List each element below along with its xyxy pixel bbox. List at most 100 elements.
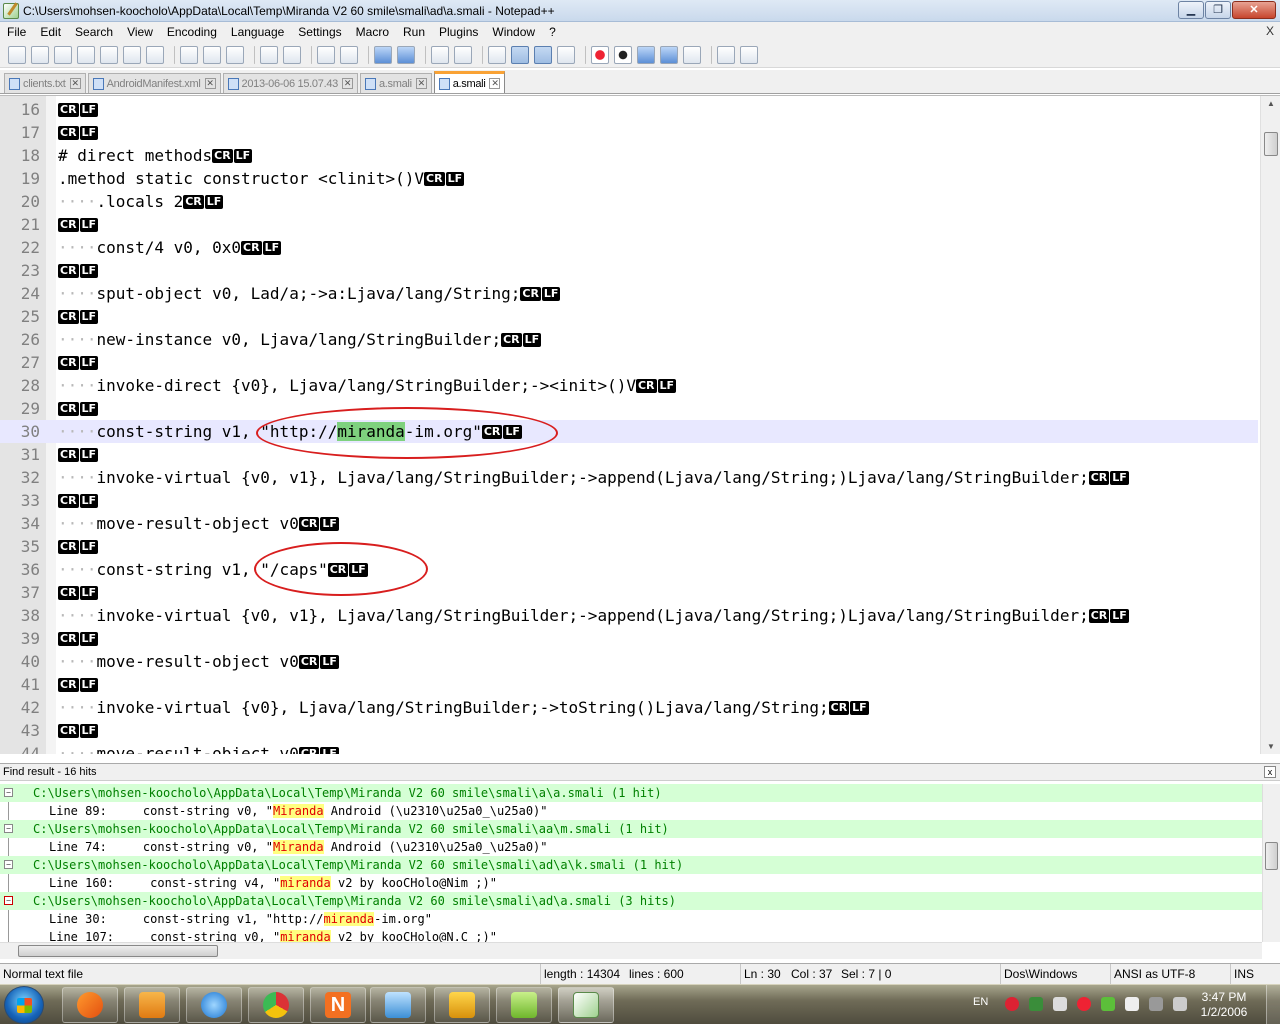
editor-vertical-scrollbar[interactable]: ▲ ▼: [1260, 96, 1280, 754]
flash-app-icon[interactable]: [434, 987, 490, 1023]
doc-map-icon[interactable]: [557, 45, 575, 64]
find-result-file-row[interactable]: − C:\Users\mohsen-koocholo\AppData\Local\…: [0, 784, 1262, 802]
code-line[interactable]: 27 CR LF: [0, 351, 1258, 374]
save-macro-icon[interactable]: [683, 45, 701, 64]
run-macro-icon[interactable]: [660, 45, 678, 64]
code-line[interactable]: 40 ····move-result-object v0 CR LF: [0, 650, 1258, 673]
language-indicator[interactable]: EN: [973, 996, 988, 1008]
menu-search[interactable]: Search: [68, 22, 120, 42]
new-file-icon[interactable]: [8, 45, 26, 64]
show-all-chars-icon[interactable]: [511, 45, 529, 64]
network-icon[interactable]: [1029, 997, 1043, 1011]
find-result-line-row[interactable]: Line 160: const-string v4, "miranda v2 b…: [0, 874, 1262, 892]
print-icon[interactable]: [146, 45, 164, 64]
scroll-down-icon[interactable]: ▼: [1261, 739, 1280, 754]
open-folder-icon[interactable]: [717, 45, 735, 64]
fold-toggle-icon[interactable]: −: [4, 896, 13, 905]
code-line[interactable]: 16 CR LF: [0, 98, 1258, 121]
tab-a-smali-1[interactable]: a.smali ✕: [359, 73, 432, 93]
alert-icon[interactable]: [1077, 997, 1091, 1011]
code-line[interactable]: 44 ····move-result-object v0 CR LF: [0, 742, 1258, 754]
code-line[interactable]: 28 ····invoke-direct {v0}, Ljava/lang/Str…: [0, 374, 1258, 397]
code-line[interactable]: 39 CR LF: [0, 627, 1258, 650]
tab-close-icon[interactable]: ✕: [69, 78, 81, 89]
chrome-icon[interactable]: [248, 987, 304, 1023]
menu-view[interactable]: View: [120, 22, 160, 42]
code-line[interactable]: 19 .method static constructor <clinit>()V…: [0, 167, 1258, 190]
media-player-icon[interactable]: [124, 987, 180, 1023]
code-line[interactable]: 35 CR LF: [0, 535, 1258, 558]
find-vertical-scrollbar[interactable]: [1262, 784, 1280, 942]
close-document-button[interactable]: X: [1266, 24, 1274, 38]
code-line[interactable]: 33 CR LF: [0, 489, 1258, 512]
play-macro-icon[interactable]: [637, 45, 655, 64]
tab-close-icon[interactable]: ✕: [204, 78, 216, 89]
code-line[interactable]: 30 ····const-string v1, "http://miranda-i…: [0, 420, 1258, 443]
scroll-thumb[interactable]: [1265, 842, 1278, 870]
code-line[interactable]: 17 CR LF: [0, 121, 1258, 144]
minimize-button[interactable]: ▁: [1178, 1, 1204, 19]
menu-run[interactable]: Run: [396, 22, 432, 42]
status-encoding[interactable]: ANSI as UTF-8: [1110, 964, 1230, 984]
maximize-button[interactable]: ❐: [1205, 1, 1231, 19]
word-wrap-icon[interactable]: [488, 45, 506, 64]
copy-icon[interactable]: [203, 45, 221, 64]
code-line[interactable]: 24 ····sput-object v0, Lad/a;->a:Ljava/la…: [0, 282, 1258, 305]
tab-2013-06-06[interactable]: 2013-06-06 15.07.43 ✕: [222, 73, 358, 93]
find-result-file-row[interactable]: − C:\Users\mohsen-koocholo\AppData\Local\…: [0, 892, 1262, 910]
spell-check-icon[interactable]: [740, 45, 758, 64]
zoom-in-icon[interactable]: [374, 45, 392, 64]
code-line[interactable]: 22 ····const/4 v0, 0x0 CR LF: [0, 236, 1258, 259]
fold-toggle-icon[interactable]: −: [4, 860, 13, 869]
zoom-out-icon[interactable]: [397, 45, 415, 64]
code-line[interactable]: 43 CR LF: [0, 719, 1258, 742]
menu-settings[interactable]: Settings: [291, 22, 348, 42]
scroll-thumb[interactable]: [18, 945, 218, 957]
find-icon[interactable]: [317, 45, 335, 64]
media-icon[interactable]: [1005, 997, 1019, 1011]
scroll-thumb[interactable]: [1264, 132, 1278, 156]
code-line[interactable]: 21 CR LF: [0, 213, 1258, 236]
find-result-line-row[interactable]: Line 74: const-string v0, "Miranda Andro…: [0, 838, 1262, 856]
code-line[interactable]: 26 ····new-instance v0, Ljava/lang/String…: [0, 328, 1258, 351]
tab-androidmanifest-xml[interactable]: AndroidManifest.xml ✕: [87, 73, 221, 93]
n-app-icon[interactable]: N: [310, 987, 366, 1023]
code-line[interactable]: 20 ····.locals 2 CR LF: [0, 190, 1258, 213]
app-tray-icon[interactable]: [1149, 997, 1163, 1011]
clock[interactable]: 3:47 PM 1/2/2006: [1193, 990, 1255, 1020]
scroll-up-icon[interactable]: ▲: [1261, 96, 1280, 112]
close-all-icon[interactable]: [123, 45, 141, 64]
code-line[interactable]: 38 ····invoke-virtual {v0, v1}, Ljava/lan…: [0, 604, 1258, 627]
volume-muted-icon[interactable]: [1053, 997, 1067, 1011]
tab-close-icon[interactable]: ✕: [341, 78, 353, 89]
find-result-close-button[interactable]: x: [1264, 766, 1276, 778]
start-orb[interactable]: [4, 986, 44, 1024]
redo-icon[interactable]: [283, 45, 301, 64]
open-file-icon[interactable]: [31, 45, 49, 64]
stop-record-icon[interactable]: [614, 45, 632, 64]
replace-icon[interactable]: [340, 45, 358, 64]
code-lines[interactable]: 16 CR LF 17 CR LF 18 # direct methods CR LF 19 .met…: [0, 98, 1258, 754]
code-line[interactable]: 23 CR LF: [0, 259, 1258, 282]
sync-h-icon[interactable]: [454, 45, 472, 64]
find-horizontal-scrollbar[interactable]: [0, 942, 1262, 959]
close-icon[interactable]: [100, 45, 118, 64]
code-line[interactable]: 37 CR LF: [0, 581, 1258, 604]
find-result-line-row[interactable]: Line 30: const-string v1, "http://mirand…: [0, 910, 1262, 928]
menu-file[interactable]: File: [0, 22, 33, 42]
show-desktop-button[interactable]: [1266, 985, 1280, 1024]
tab-a-smali-active[interactable]: a.smali ✕: [433, 71, 506, 93]
menu-window[interactable]: Window: [485, 22, 542, 42]
menu-plugins[interactable]: Plugins: [432, 22, 485, 42]
menu-edit[interactable]: Edit: [33, 22, 68, 42]
code-line[interactable]: 36 ····const-string v1, "/caps" CR LF: [0, 558, 1258, 581]
sync-icon[interactable]: [1101, 997, 1115, 1011]
find-result-line-row[interactable]: Line 107: const-string v0, "miranda v2 b…: [0, 928, 1262, 942]
code-line[interactable]: 32 ····invoke-virtual {v0, v1}, Ljava/lan…: [0, 466, 1258, 489]
find-result-file-row[interactable]: − C:\Users\mohsen-koocholo\AppData\Local\…: [0, 856, 1262, 874]
tab-close-icon[interactable]: ✕: [415, 78, 427, 89]
fold-toggle-icon[interactable]: −: [4, 824, 13, 833]
menu-help[interactable]: ?: [542, 22, 563, 42]
menu-encoding[interactable]: Encoding: [160, 22, 224, 42]
tab-close-icon[interactable]: ✕: [489, 78, 501, 89]
